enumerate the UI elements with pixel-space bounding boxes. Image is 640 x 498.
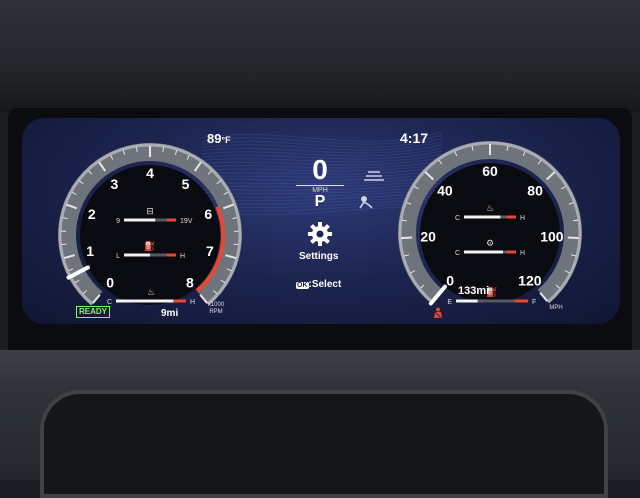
coolant-temp-gauge-redzone — [173, 300, 186, 303]
tick-label-40: 40 — [437, 182, 453, 198]
settings-label[interactable]: Settings — [299, 251, 338, 262]
tachometer-gauge: 01 23 4 56 78 9 19V ⊟ L H ⛽ C H ♨ x1000RPM — [40, 135, 260, 320]
tick-label-80: 80 — [527, 182, 543, 198]
fuel-gauge-redzone — [515, 300, 528, 303]
clock: 4:17 — [400, 130, 428, 146]
select-hint: OK:Select — [296, 279, 341, 290]
coolant-temp-gauge-icon: ♨ — [147, 288, 155, 298]
oil-temp-gauge-fill — [464, 216, 500, 219]
oil-temp-gauge-max: H — [520, 215, 525, 222]
seatbelt-warning-icon — [432, 307, 444, 319]
gear-icon[interactable] — [307, 221, 333, 247]
major-tick — [401, 238, 412, 239]
battery-gauge-min: 9 — [116, 218, 120, 225]
tick-label-60: 60 — [482, 163, 498, 179]
coolant-temp-gauge-max: H — [190, 299, 195, 306]
oil-pressure-gauge-fill — [124, 254, 150, 257]
oil-temp-gauge-min: C — [455, 215, 460, 222]
transmission-temp-gauge-max: H — [520, 250, 525, 257]
transmission-temp-gauge-fill — [464, 251, 503, 254]
speedometer-gauge: 020406080100120CH♨CH⚙EF⛽MPH — [380, 133, 600, 318]
oil-temp-gauge-icon: ♨ — [486, 204, 494, 214]
speed-divider — [296, 185, 344, 186]
fuel-range: 133mi — [458, 285, 489, 297]
tick-label-0: 0 — [446, 272, 454, 288]
fuel-gauge-max: F — [532, 299, 536, 306]
coolant-temp-gauge-min: C — [107, 299, 112, 306]
tick-label-6: 6 — [204, 206, 212, 222]
tick-label-7: 7 — [206, 243, 214, 259]
battery-gauge-icon: ⊟ — [146, 207, 154, 217]
driver-assist-icon — [358, 195, 374, 209]
fuel-gauge-min: E — [447, 299, 452, 306]
tick-label-3: 3 — [111, 176, 119, 192]
oil-pressure-gauge-icon: ⛽ — [144, 240, 155, 252]
minor-tick — [62, 244, 67, 245]
temp-unit: °F — [221, 135, 230, 145]
tick-label-8: 8 — [186, 274, 194, 290]
coolant-temp-gauge-fill — [116, 300, 176, 303]
oil-pressure-gauge-redzone — [167, 254, 176, 257]
ev-range: 9mi — [161, 308, 178, 319]
tick-label-5: 5 — [182, 176, 190, 192]
tick-label-120: 120 — [518, 272, 542, 288]
oil-pressure-gauge-min: L — [116, 253, 120, 260]
dashboard-top — [0, 0, 640, 112]
major-tick — [568, 238, 579, 239]
battery-gauge-fill — [124, 219, 155, 222]
battery-gauge-max: 19V — [180, 218, 193, 225]
gauge-face — [80, 165, 220, 305]
tick-label-1: 1 — [86, 243, 94, 259]
tick-label-0: 0 — [106, 274, 114, 290]
tick-label-4: 4 — [146, 165, 154, 181]
minor-tick — [234, 244, 239, 245]
transmission-temp-gauge-redzone — [507, 251, 516, 254]
transmission-temp-gauge-icon: ⚙ — [486, 239, 494, 249]
digital-speed: 0 MPH P — [292, 156, 348, 210]
storage-cubby — [40, 390, 608, 498]
oil-temp-gauge-redzone — [507, 216, 516, 219]
fuel-gauge-fill — [456, 300, 478, 303]
transmission-temp-gauge-min: C — [455, 250, 460, 257]
ok-button-icon: OK — [296, 282, 309, 289]
rpm-unit-multiplier: x1000 — [208, 302, 225, 308]
ready-indicator: READY — [76, 306, 110, 318]
outside-temperature: 89°F — [207, 131, 231, 146]
oil-pressure-gauge-max: H — [180, 253, 185, 260]
tick-label-100: 100 — [540, 229, 564, 245]
tick-label-20: 20 — [420, 229, 436, 245]
lane-assist-icon — [362, 170, 386, 184]
temp-value: 89 — [207, 131, 221, 146]
select-hint-text: :Select — [309, 279, 342, 290]
gear-indicator: P — [292, 194, 348, 210]
speed-value: 0 — [292, 156, 348, 184]
speed-unit-label: MPH — [549, 305, 562, 311]
rpm-unit-label: RPM — [209, 309, 222, 315]
battery-gauge-redzone — [167, 219, 176, 222]
tick-label-2: 2 — [88, 206, 96, 222]
